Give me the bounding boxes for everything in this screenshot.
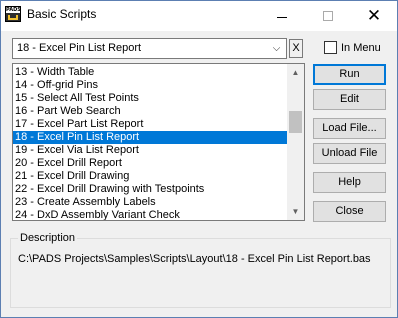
minimize-button[interactable] [259, 1, 305, 31]
description-group [10, 238, 391, 308]
in-menu-label[interactable]: In Menu [341, 42, 381, 54]
chevron-down-icon[interactable]: ⌵ [269, 41, 284, 56]
run-button[interactable]: Run [313, 64, 386, 85]
list-item[interactable]: 13 - Width Table [13, 66, 288, 79]
scroll-down-arrow-icon[interactable]: ▼ [287, 203, 304, 220]
list-item[interactable]: 17 - Excel Part List Report [13, 118, 288, 131]
scrollbar-thumb[interactable] [289, 111, 302, 133]
list-item[interactable]: 15 - Select All Test Points [13, 92, 288, 105]
title-bar: PADS Basic Scripts ✕ [1, 1, 397, 31]
description-text: C:\PADS Projects\Samples\Scripts\Layout\… [18, 253, 371, 265]
scroll-up-arrow-icon[interactable]: ▲ [287, 64, 304, 81]
list-item[interactable]: 20 - Excel Drill Report [13, 157, 288, 170]
in-menu-checkbox-row[interactable]: In Menu [324, 40, 381, 55]
list-item[interactable]: 14 - Off-grid Pins [13, 79, 288, 92]
list-item[interactable]: 21 - Excel Drill Drawing [13, 170, 288, 183]
list-item[interactable]: 16 - Part Web Search [13, 105, 288, 118]
list-item[interactable]: 22 - Excel Drill Drawing with Testpoints [13, 183, 288, 196]
help-button[interactable]: Help [313, 172, 386, 193]
description-label: Description [18, 232, 78, 244]
maximize-icon [323, 11, 333, 21]
script-list[interactable]: 13 - Width Table 14 - Off-grid Pins 15 - S… [12, 63, 305, 221]
unload-file-button[interactable]: Unload File [313, 143, 386, 164]
minimize-icon [277, 16, 287, 18]
maximize-button[interactable] [305, 1, 351, 31]
script-list-scrollbar[interactable]: ▲ ▼ [287, 64, 304, 220]
basic-scripts-dialog: PADS Basic Scripts ✕ 18 - Excel Pin List… [0, 0, 398, 318]
close-window-button[interactable]: ✕ [351, 1, 397, 31]
pads-icon-label: PADS [6, 7, 21, 13]
in-menu-checkbox[interactable] [324, 41, 337, 54]
clear-selection-button[interactable]: X [289, 39, 303, 58]
window-title: Basic Scripts [27, 7, 97, 21]
list-item[interactable]: 18 - Excel Pin List Report [13, 131, 288, 144]
edit-button[interactable]: Edit [313, 89, 386, 110]
pads-app-icon: PADS [5, 6, 21, 22]
list-item[interactable]: 24 - DxD Assembly Variant Check [13, 209, 288, 220]
close-button[interactable]: Close [313, 201, 386, 222]
script-select-value: 18 - Excel Pin List Report [17, 42, 142, 54]
list-item[interactable]: 23 - Create Assembly Labels [13, 196, 288, 209]
close-icon: ✕ [366, 6, 382, 26]
load-file-button[interactable]: Load File... [313, 118, 386, 139]
script-select[interactable]: 18 - Excel Pin List Report ⌵ [12, 38, 287, 59]
list-item[interactable]: 19 - Excel Via List Report [13, 144, 288, 157]
script-list-items: 13 - Width Table 14 - Off-grid Pins 15 - S… [13, 66, 288, 220]
